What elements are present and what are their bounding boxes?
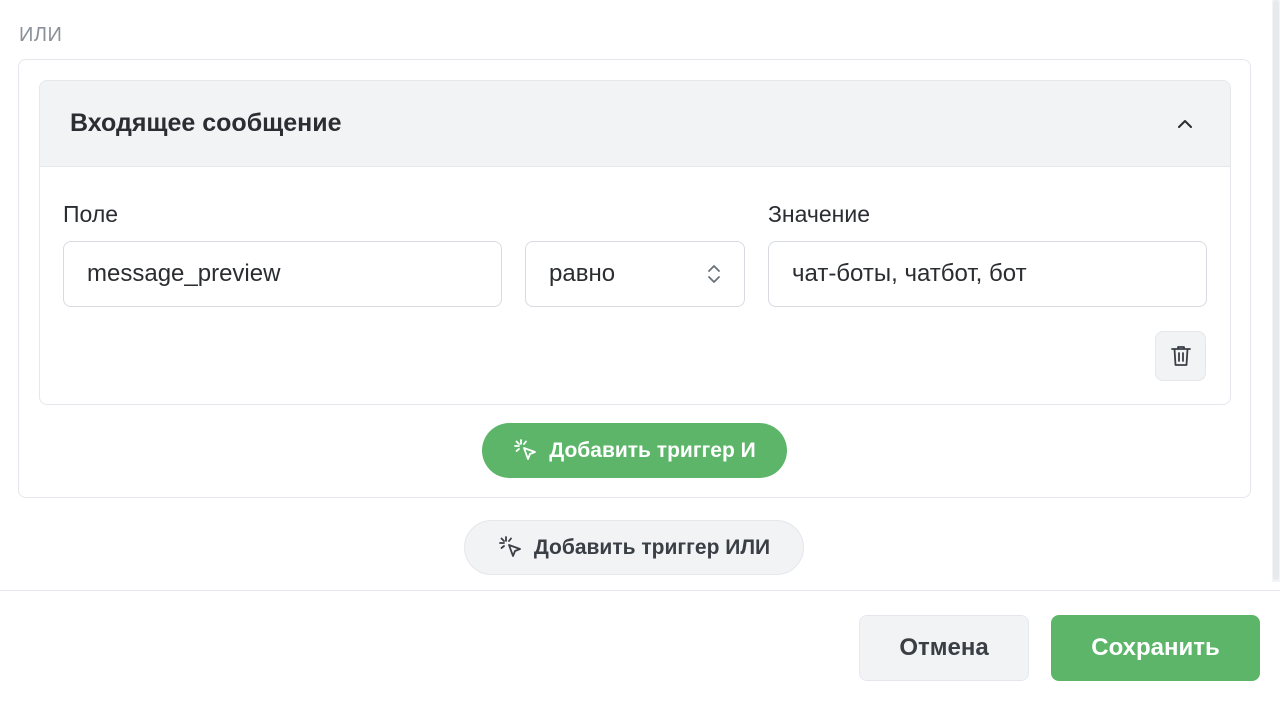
- add-or-trigger-label: Добавить триггер ИЛИ: [533, 535, 771, 559]
- cursor-click-icon: [498, 535, 521, 557]
- chevron-up-icon: [1178, 119, 1192, 128]
- or-label: ИЛИ: [19, 24, 63, 46]
- value-input[interactable]: чат-боты, чатбот, бот: [768, 241, 1207, 307]
- collapse-button[interactable]: [1168, 107, 1202, 141]
- trash-icon: [1170, 346, 1191, 366]
- cancel-button[interactable]: Отмена: [859, 615, 1029, 681]
- field-label: Поле: [63, 201, 119, 227]
- trigger-card: Входящее сообщение Поле message_preview …: [39, 80, 1231, 405]
- scrollbar-thumb[interactable]: [1273, 0, 1279, 580]
- add-and-trigger-button[interactable]: Добавить триггер И: [482, 423, 787, 478]
- value-label: Значение: [768, 201, 870, 227]
- trigger-title: Входящее сообщение: [70, 109, 342, 137]
- or-group-container: Входящее сообщение Поле message_preview …: [18, 59, 1251, 498]
- scrollbar-track[interactable]: [1272, 0, 1280, 582]
- trigger-header[interactable]: Входящее сообщение: [40, 81, 1230, 167]
- cursor-click-icon: [514, 438, 537, 460]
- save-button[interactable]: Сохранить: [1051, 615, 1260, 681]
- field-input[interactable]: message_preview: [63, 241, 502, 307]
- add-or-trigger-button[interactable]: Добавить триггер ИЛИ: [464, 520, 804, 575]
- delete-trigger-button[interactable]: [1155, 331, 1206, 381]
- operator-select-value: равно: [549, 260, 616, 287]
- dialog-footer: Отмена Сохранить: [0, 590, 1280, 702]
- trigger-editor: ИЛИ Входящее сообщение Поле message_prev…: [0, 0, 1280, 702]
- chevron-up-down-icon: [708, 265, 720, 283]
- add-and-trigger-label: Добавить триггер И: [549, 438, 756, 462]
- operator-select[interactable]: равно: [525, 241, 745, 307]
- field-input-value: message_preview: [87, 260, 281, 287]
- value-input-value: чат-боты, чатбот, бот: [792, 260, 1027, 287]
